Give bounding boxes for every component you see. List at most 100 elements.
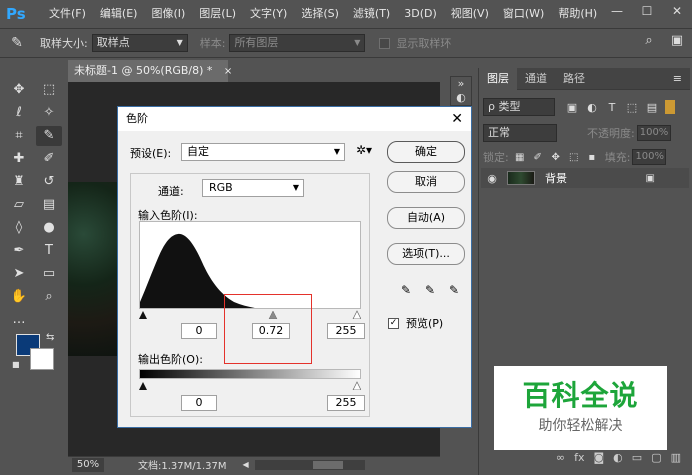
tab-channels[interactable]: 通道: [517, 68, 555, 90]
shape-icon[interactable]: ▭: [36, 264, 62, 284]
eraser-icon[interactable]: ▱: [6, 195, 32, 215]
link-icon[interactable]: ∞: [556, 451, 565, 469]
adjustments-icon[interactable]: ◐: [451, 91, 471, 105]
pixel-filter-icon[interactable]: ▣: [565, 101, 579, 114]
visibility-eye-icon[interactable]: ◉: [481, 172, 503, 185]
input-white-field[interactable]: 255: [327, 323, 365, 339]
trash-icon[interactable]: ▥: [671, 451, 681, 469]
healing-icon[interactable]: ✚: [6, 149, 32, 169]
layer-row[interactable]: ◉ 背景 ▣: [481, 168, 689, 188]
menu-layer[interactable]: 图层(L): [192, 0, 243, 28]
scroll-left-icon[interactable]: ◀: [243, 460, 249, 469]
swap-colors-icon[interactable]: ⇆: [46, 332, 54, 343]
lasso-icon[interactable]: ℓ: [6, 103, 32, 123]
blend-mode-select[interactable]: 正常: [483, 124, 557, 142]
lock-position-icon[interactable]: ✥: [549, 152, 563, 163]
panel-expand-icon[interactable]: »: [451, 77, 471, 91]
channel-select[interactable]: RGB ▼: [202, 179, 304, 197]
filter-toggle[interactable]: [665, 100, 675, 114]
menu-file[interactable]: 文件(F): [42, 0, 93, 28]
layer-kind-select[interactable]: ρ 类型: [483, 98, 555, 116]
document-tab[interactable]: 未标题-1 @ 50%(RGB/8) * ×: [68, 60, 232, 82]
blur-icon[interactable]: ◊: [6, 218, 32, 238]
pen-icon[interactable]: ✒: [6, 241, 32, 261]
menu-image[interactable]: 图像(I): [144, 0, 192, 28]
adjustment-filter-icon[interactable]: ◐: [585, 101, 599, 114]
menu-type[interactable]: 文字(Y): [243, 0, 294, 28]
gray-eyedropper-icon[interactable]: ✎: [422, 283, 438, 297]
output-slider[interactable]: [139, 380, 361, 390]
options-button[interactable]: 选项(T)...: [387, 243, 465, 265]
menu-3d[interactable]: 3D(D): [397, 0, 444, 28]
more-tools-icon[interactable]: …: [6, 310, 32, 330]
dodge-icon[interactable]: ●: [36, 218, 62, 238]
lock-pixels-icon[interactable]: ▦: [513, 152, 527, 163]
ok-button[interactable]: 确定: [387, 141, 465, 163]
close-icon[interactable]: ×: [224, 66, 232, 77]
document-image[interactable]: [68, 182, 120, 356]
output-white-field[interactable]: 255: [327, 395, 365, 411]
gear-icon[interactable]: ✲▾: [356, 143, 372, 157]
default-colors-icon[interactable]: ■: [12, 360, 20, 369]
close-icon[interactable]: ✕: [451, 107, 463, 131]
input-white-handle[interactable]: [352, 310, 361, 319]
panel-menu-icon[interactable]: ≡: [673, 72, 682, 85]
menu-window[interactable]: 窗口(W): [496, 0, 551, 28]
eyedropper-icon[interactable]: ✎: [0, 35, 34, 51]
marquee-icon[interactable]: ⬚: [36, 80, 62, 100]
auto-button[interactable]: 自动(A): [387, 207, 465, 229]
zoom-field[interactable]: 50%: [72, 457, 104, 472]
lock-all-icon[interactable]: ▪: [585, 152, 599, 163]
horizontal-scrollbar[interactable]: [254, 459, 365, 470]
fx-icon[interactable]: fx: [574, 451, 584, 469]
sample-size-select[interactable]: 取样点 ▼: [91, 34, 188, 52]
opacity-field[interactable]: 100%: [636, 125, 671, 141]
adjustment-layer-icon[interactable]: ◐: [613, 451, 623, 469]
maximize-button[interactable]: ☐: [632, 0, 662, 22]
output-white-handle[interactable]: [352, 381, 361, 390]
smart-filter-icon[interactable]: ▤: [645, 101, 659, 114]
lock-brush-icon[interactable]: ✐: [531, 152, 545, 163]
white-eyedropper-icon[interactable]: ✎: [446, 283, 462, 297]
group-folder-icon[interactable]: ▭: [632, 451, 642, 469]
type-filter-icon[interactable]: T: [605, 101, 619, 114]
collapsed-panel[interactable]: » ◐: [450, 76, 472, 106]
output-black-field[interactable]: 0: [181, 395, 217, 411]
new-layer-icon[interactable]: ▢: [651, 451, 661, 469]
crop-icon[interactable]: ⌗: [6, 126, 32, 146]
show-ring-checkbox[interactable]: [379, 37, 391, 49]
preset-select[interactable]: 自定 ▼: [181, 143, 345, 161]
shape-filter-icon[interactable]: ⬚: [625, 101, 639, 114]
search-icon[interactable]: ⌕: [640, 33, 658, 48]
zoom-icon[interactable]: ⌕: [36, 287, 62, 307]
brush-icon[interactable]: ✐: [36, 149, 62, 169]
eyedropper-icon[interactable]: ✎: [36, 126, 62, 146]
path-select-icon[interactable]: ➤: [6, 264, 32, 284]
tab-paths[interactable]: 路径: [555, 68, 593, 90]
input-black-field[interactable]: 0: [181, 323, 217, 339]
stamp-icon[interactable]: ♜: [6, 172, 32, 192]
gradient-icon[interactable]: ▤: [36, 195, 62, 215]
cancel-button[interactable]: 取消: [387, 171, 465, 193]
preview-checkbox[interactable]: ✓: [388, 317, 399, 329]
workspace-icon[interactable]: ▣: [668, 33, 686, 48]
input-black-handle[interactable]: [139, 311, 147, 319]
history-brush-icon[interactable]: ↺: [36, 172, 62, 192]
close-window-button[interactable]: ✕: [662, 0, 692, 22]
lock-artboard-icon[interactable]: ⬚: [567, 152, 581, 163]
fill-field[interactable]: 100%: [632, 149, 667, 165]
menu-select[interactable]: 选择(S): [294, 0, 346, 28]
menu-view[interactable]: 视图(V): [444, 0, 496, 28]
mask-icon[interactable]: ◙: [593, 451, 604, 469]
background-color[interactable]: [30, 348, 54, 370]
tab-layers[interactable]: 图层: [479, 67, 517, 90]
sample-select[interactable]: 所有图层 ▼: [229, 34, 366, 52]
menu-edit[interactable]: 编辑(E): [93, 0, 145, 28]
magic-wand-icon[interactable]: ✧: [36, 103, 62, 123]
move-icon[interactable]: ✥: [6, 80, 32, 100]
type-icon[interactable]: T: [36, 241, 62, 261]
scroll-thumb[interactable]: [312, 460, 343, 469]
hand-icon[interactable]: ✋: [6, 287, 32, 307]
minimize-button[interactable]: —: [602, 0, 632, 22]
output-black-handle[interactable]: [139, 382, 147, 390]
